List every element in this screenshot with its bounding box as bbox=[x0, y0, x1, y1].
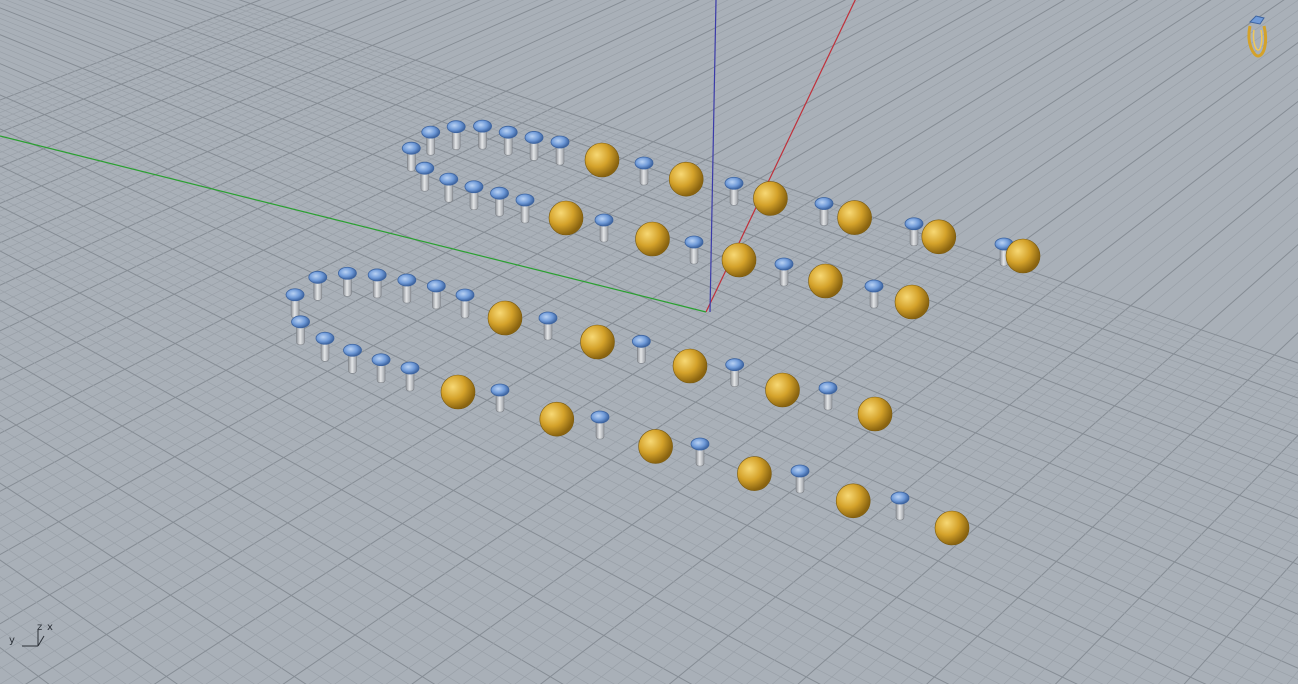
gem-stone[interactable] bbox=[291, 315, 310, 329]
grid-line bbox=[0, 181, 1027, 684]
gem-stone[interactable] bbox=[594, 213, 614, 227]
gem-stone[interactable] bbox=[337, 266, 357, 280]
gem-stone[interactable] bbox=[498, 125, 518, 139]
gem-stone[interactable] bbox=[515, 193, 535, 207]
axis-widget-x-label: x bbox=[47, 622, 53, 633]
grid-line bbox=[1261, 640, 1298, 684]
grid-line bbox=[0, 205, 950, 684]
axis-widget-z-label: z bbox=[37, 622, 42, 633]
gold-bead[interactable] bbox=[894, 284, 930, 320]
grid-line bbox=[205, 0, 1241, 684]
grid-line bbox=[746, 212, 1298, 684]
ring-icon[interactable] bbox=[1247, 15, 1268, 58]
gem-stone[interactable] bbox=[464, 180, 484, 194]
grid-line bbox=[668, 167, 1298, 684]
grid-line bbox=[1054, 434, 1298, 684]
grid-line bbox=[0, 559, 179, 684]
gem-stone[interactable] bbox=[401, 141, 421, 155]
gold-bead[interactable] bbox=[548, 200, 584, 236]
gem-stone[interactable] bbox=[538, 311, 558, 325]
gold-bead[interactable] bbox=[753, 181, 788, 216]
gem-stone[interactable] bbox=[818, 381, 838, 395]
gold-bead[interactable] bbox=[857, 396, 893, 432]
gem-stone[interactable] bbox=[634, 156, 654, 170]
grid-line bbox=[0, 482, 307, 684]
grid-line bbox=[102, 0, 1183, 684]
gem-stone[interactable] bbox=[473, 119, 492, 133]
gem-stone[interactable] bbox=[631, 334, 651, 348]
gem-stone[interactable] bbox=[490, 383, 510, 397]
grid-line bbox=[926, 331, 1298, 684]
gold-bead[interactable] bbox=[835, 483, 871, 519]
gold-bead[interactable] bbox=[638, 429, 673, 464]
gold-bead[interactable] bbox=[808, 263, 843, 299]
axis-widget-y-line bbox=[37, 635, 45, 647]
gem-stone[interactable] bbox=[426, 279, 446, 293]
grid-line bbox=[1235, 611, 1298, 684]
gem-stone[interactable] bbox=[285, 288, 305, 302]
grid-line bbox=[0, 269, 770, 684]
gold-bead[interactable] bbox=[487, 300, 523, 336]
perspective-viewport[interactable]: y z x bbox=[0, 0, 1298, 684]
gem-stone[interactable] bbox=[455, 288, 475, 302]
gold-bead[interactable] bbox=[737, 456, 772, 491]
gem-stone[interactable] bbox=[308, 270, 328, 284]
gem-stone[interactable] bbox=[814, 197, 834, 210]
gem-stone[interactable] bbox=[690, 437, 710, 451]
grid-line bbox=[0, 232, 872, 684]
gem-stone[interactable] bbox=[400, 361, 420, 375]
gem-stone[interactable] bbox=[550, 135, 570, 149]
z-axis-line bbox=[709, 0, 717, 313]
ring-band-icon bbox=[1247, 25, 1268, 58]
gem-stone[interactable] bbox=[446, 120, 466, 134]
gem-stone[interactable] bbox=[724, 176, 744, 190]
viewport-canvas[interactable]: y z x bbox=[0, 0, 1298, 684]
grid-line bbox=[1106, 480, 1298, 684]
gold-bead[interactable] bbox=[635, 221, 670, 257]
grid-line bbox=[1183, 556, 1298, 684]
gem-stone[interactable] bbox=[415, 161, 435, 175]
axis-widget-y-label: y bbox=[9, 635, 15, 646]
gem-stone[interactable] bbox=[590, 410, 610, 424]
grid-line bbox=[1132, 505, 1298, 684]
gem-stone[interactable] bbox=[397, 273, 417, 287]
grid-line bbox=[0, 189, 1001, 684]
gem-stone[interactable] bbox=[890, 491, 910, 505]
gold-bead[interactable] bbox=[765, 372, 800, 408]
grid-line bbox=[462, 64, 1298, 684]
gem-stone[interactable] bbox=[684, 235, 704, 249]
gold-bead[interactable] bbox=[580, 324, 615, 360]
grid-line bbox=[0, 320, 641, 684]
ring-band-inner-icon bbox=[1252, 29, 1263, 51]
gem-stone[interactable] bbox=[524, 131, 544, 144]
grid-line bbox=[1209, 583, 1298, 684]
gold-bead[interactable] bbox=[721, 242, 757, 278]
gem-stone[interactable] bbox=[774, 257, 794, 271]
gem-stone[interactable] bbox=[864, 279, 884, 293]
gold-bead[interactable] bbox=[934, 510, 970, 546]
gem-stone[interactable] bbox=[421, 125, 441, 139]
gold-bead[interactable] bbox=[440, 374, 476, 410]
grid-line bbox=[282, 0, 1285, 684]
gem-stone[interactable] bbox=[904, 217, 924, 231]
grid-line bbox=[1286, 670, 1298, 684]
grid-line bbox=[257, 0, 1270, 684]
gem-stone[interactable] bbox=[315, 331, 335, 345]
gold-bead[interactable] bbox=[539, 401, 575, 437]
gem-stone[interactable] bbox=[490, 186, 509, 200]
gold-bead[interactable] bbox=[921, 219, 957, 255]
gem-stone[interactable] bbox=[790, 464, 810, 478]
grid-line bbox=[128, 0, 1197, 684]
gold-bead[interactable] bbox=[837, 200, 872, 235]
gold-bead[interactable] bbox=[584, 142, 620, 178]
ring-gem-icon bbox=[1248, 15, 1265, 25]
gold-bead[interactable] bbox=[1005, 238, 1041, 274]
gem-stone[interactable] bbox=[371, 353, 391, 367]
gem-stone[interactable] bbox=[439, 172, 459, 186]
gem-stone[interactable] bbox=[725, 358, 745, 372]
gold-bead[interactable] bbox=[672, 348, 708, 384]
gem-stone[interactable] bbox=[343, 343, 362, 357]
gold-bead[interactable] bbox=[668, 161, 704, 197]
gem-stone[interactable] bbox=[367, 268, 387, 282]
